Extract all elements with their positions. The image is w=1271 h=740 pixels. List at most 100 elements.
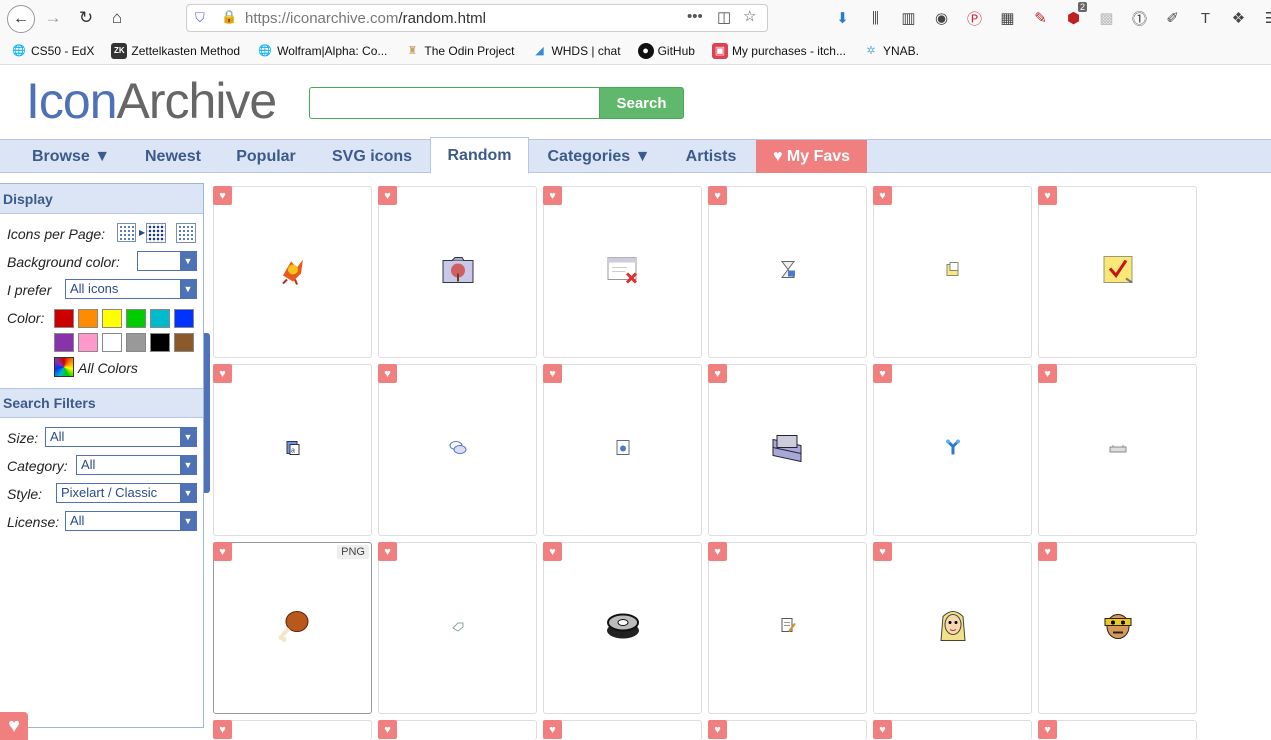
icon-card[interactable]: ♥ <box>543 542 702 714</box>
size-select[interactable]: All ▼ <box>45 427 197 447</box>
drumstick-icon[interactable] <box>276 609 310 648</box>
heart-icon[interactable]: ♥ <box>378 720 397 739</box>
heart-icon[interactable]: ♥ <box>873 542 892 561</box>
heart-icon[interactable]: ♥ <box>543 720 562 739</box>
heart-icon[interactable]: ♥ <box>708 186 727 205</box>
folder-cards-icon[interactable] <box>771 432 805 469</box>
icon-card[interactable]: ♥ <box>708 542 867 714</box>
icon-card[interactable]: ♥ <box>873 364 1032 536</box>
bookmark-item[interactable]: 🌐 CS50 - EdX <box>11 43 94 59</box>
heart-icon[interactable]: ♥ <box>873 720 892 739</box>
onepassword-icon[interactable]: ⓵ <box>1123 6 1156 30</box>
icon-card[interactable]: ♥ <box>378 542 537 714</box>
account-icon[interactable]: ◉ <box>925 6 958 30</box>
sidebar-collapse-handle[interactable] <box>204 333 210 493</box>
icon-card[interactable]: ♥ <box>378 720 537 740</box>
icon-card[interactable]: ♥ <box>1038 720 1197 740</box>
icon-card[interactable]: ♥ <box>1038 542 1197 714</box>
all-colors-icon[interactable] <box>54 357 74 377</box>
hamburger-menu-icon[interactable]: ☰ <box>1255 6 1271 30</box>
address-bar[interactable]: ⛉ 🔒 https://iconarchive.com/random.html … <box>186 4 768 32</box>
grid-medium-icon[interactable] <box>146 223 166 243</box>
icon-card[interactable]: ♥ <box>708 364 867 536</box>
heart-icon[interactable]: ♥ <box>1038 720 1057 739</box>
extension-icon[interactable]: ▩ <box>1090 6 1123 30</box>
icon-card[interactable]: ♥ <box>213 720 372 740</box>
heart-icon[interactable]: ♥ <box>213 186 232 205</box>
icon-card[interactable]: ♥ PNG <box>213 542 372 714</box>
heart-icon[interactable]: ♥ <box>873 364 892 383</box>
bookmark-item[interactable]: ZK Zettelkasten Method <box>111 42 240 59</box>
bookmark-item[interactable]: ♜ The Odin Project <box>404 43 514 59</box>
tab-svg-icons[interactable]: SVG icons <box>318 140 426 173</box>
color-swatch[interactable] <box>126 333 146 352</box>
color-swatch[interactable] <box>54 333 74 352</box>
color-swatch[interactable] <box>54 309 74 328</box>
tab-my-favs[interactable]: ♥ My Favs <box>756 140 867 173</box>
forward-button[interactable]: → <box>40 5 66 31</box>
bg-color-select[interactable]: ▼ <box>137 251 197 271</box>
folder-tree-icon[interactable] <box>442 256 474 289</box>
icon-card[interactable]: ♥ <box>378 364 537 536</box>
bookmark-item[interactable]: ▣ My purchases - itch... <box>711 42 846 59</box>
download-icon[interactable]: ⬇ <box>826 6 859 30</box>
film-reel-icon[interactable] <box>606 611 640 646</box>
icon-card[interactable]: ♥ <box>543 364 702 536</box>
heart-icon[interactable]: ♥ <box>708 720 727 739</box>
adblock-icon[interactable]: ⬢ 2 <box>1057 2 1090 30</box>
color-swatch[interactable] <box>150 333 170 352</box>
tag-icon[interactable] <box>451 619 464 637</box>
drive-icon[interactable] <box>1109 441 1127 459</box>
heart-icon[interactable]: ♥ <box>213 720 232 739</box>
tab-newest[interactable]: Newest <box>132 140 214 173</box>
color-swatch[interactable] <box>174 333 194 352</box>
search-button[interactable]: Search <box>599 87 684 119</box>
tab-categories[interactable]: Categories ▼ <box>536 140 662 173</box>
chat-bubble-icon[interactable] <box>449 440 467 461</box>
heart-icon[interactable]: ♥ <box>1038 364 1057 383</box>
heart-icon[interactable]: ♥ <box>1038 542 1057 561</box>
icon-card[interactable]: ♥ a <box>213 364 372 536</box>
color-swatch[interactable] <box>78 309 98 328</box>
back-button[interactable]: ← <box>7 5 35 33</box>
bookmark-item[interactable]: ● GitHub <box>637 42 695 59</box>
webpage-icon[interactable] <box>616 440 630 461</box>
style-select[interactable]: Pixelart / Classic ▼ <box>56 483 197 503</box>
heart-icon[interactable]: ♥ <box>543 364 562 383</box>
reload-button[interactable]: ↻ <box>73 5 99 31</box>
star-icon[interactable]: ☆ <box>743 7 756 25</box>
heart-icon[interactable]: ♥ <box>708 542 727 561</box>
extensions-menu-icon[interactable]: ❖ <box>1222 6 1255 30</box>
hourglass-icon[interactable] <box>780 261 796 284</box>
bookmark-item[interactable]: ✲ YNAB. <box>863 43 919 59</box>
tab-popular[interactable]: Popular <box>224 140 308 173</box>
sidebar-icon[interactable]: ▥ <box>892 6 925 30</box>
heart-icon[interactable]: ♥ <box>378 186 397 205</box>
icon-card[interactable]: ♥ <box>378 186 537 358</box>
icon-card[interactable]: ♥ <box>1038 186 1197 358</box>
color-swatch[interactable] <box>174 309 194 328</box>
phoenix-icon[interactable] <box>277 254 309 291</box>
pen-icon[interactable]: ✎ <box>1024 6 1057 30</box>
heart-icon[interactable]: ♥ <box>873 186 892 205</box>
color-swatch[interactable] <box>126 309 146 328</box>
heart-icon[interactable]: ♥ <box>0 712 28 740</box>
icon-card[interactable]: ♥ <box>213 186 372 358</box>
heart-icon[interactable]: ♥ <box>378 364 397 383</box>
grid-large-icon[interactable] <box>176 223 196 243</box>
heart-icon[interactable]: ♥ <box>708 364 727 383</box>
color-swatch[interactable] <box>150 309 170 328</box>
library-icon[interactable]: ⫼ <box>859 6 892 30</box>
grid-small-icon[interactable] <box>117 223 136 242</box>
icon-card[interactable]: ♥ <box>873 720 1032 740</box>
blonde-face-icon[interactable] <box>937 609 969 648</box>
tab-random[interactable]: Random <box>430 137 529 174</box>
icon-card[interactable]: ♥ <box>873 186 1032 358</box>
text-icon[interactable]: T <box>1189 6 1222 30</box>
color-swatch[interactable] <box>102 333 122 352</box>
bookmark-item[interactable]: 🌐 Wolfram|Alpha: Co... <box>257 43 387 59</box>
pocket-icon[interactable]: ◫ <box>717 8 731 26</box>
window-close-icon[interactable] <box>607 256 639 289</box>
eyedropper-icon[interactable]: ✐ <box>1156 6 1189 30</box>
color-swatch[interactable] <box>78 333 98 352</box>
